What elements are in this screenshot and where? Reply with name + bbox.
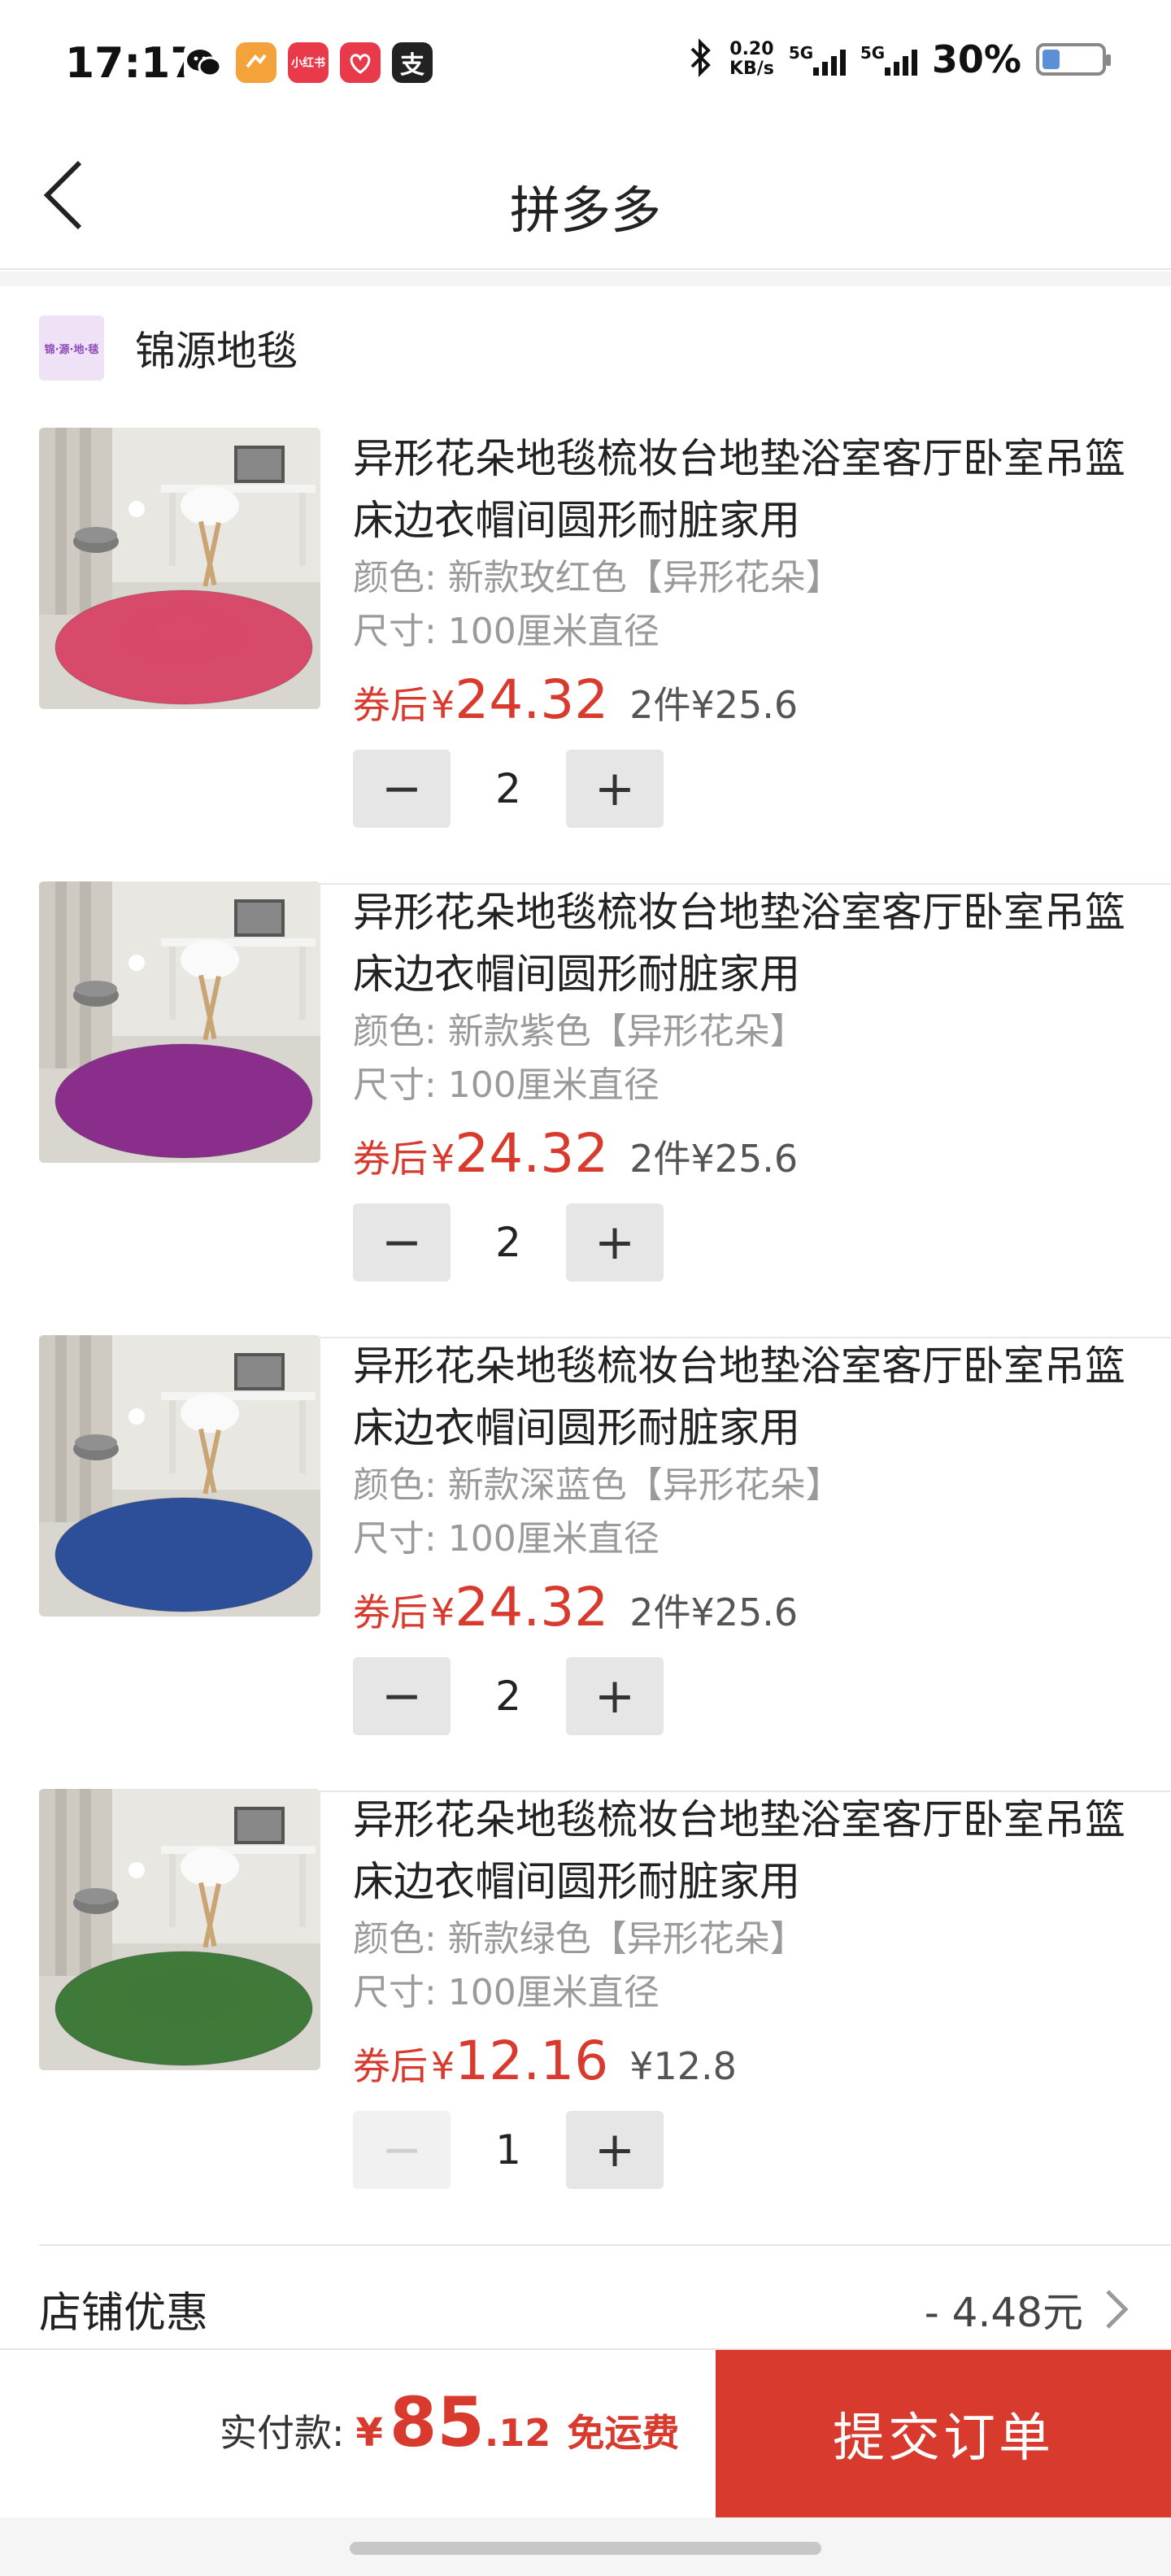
product-color[interactable]: 颜色: 新款玫红色【异形花朵】 <box>353 551 1142 605</box>
alipay-icon: 支 <box>392 42 433 83</box>
signal-icon-2: 5G <box>860 43 917 76</box>
quantity-value[interactable]: 2 <box>451 1673 566 1720</box>
quantity-stepper: − 2 + <box>353 750 1142 828</box>
home-indicator[interactable] <box>350 2542 821 2555</box>
product-price: 24.32 <box>455 668 609 731</box>
free-shipping-label: 免运费 <box>567 2411 680 2455</box>
original-price: 2件¥25.6 <box>629 1590 799 1634</box>
quantity-stepper: − 1 + <box>353 2111 1142 2189</box>
battery-level <box>1043 50 1060 69</box>
checkout-bar: 实付款: ¥ 85 .12 免运费 提交订单 <box>0 2348 1171 2517</box>
product-color[interactable]: 颜色: 新款紫色【异形花朵】 <box>353 1005 1142 1059</box>
page-header: 拼多多 <box>0 122 1171 270</box>
price-row: 券后 ¥ 12.16 ¥12.8 <box>353 2030 1142 2100</box>
cart-item-2: 异形花朵地毯梳妆台地垫浴室客厅卧室吊篮床边衣帽间圆形耐脏家用 颜色: 新款紫色【… <box>39 881 1171 1338</box>
wechat-icon <box>184 42 224 83</box>
submit-order-button[interactable]: 提交订单 <box>716 2350 1171 2517</box>
original-price: ¥12.8 <box>629 2044 737 2088</box>
decrease-button[interactable]: − <box>353 1203 451 1281</box>
increase-button[interactable]: + <box>566 1657 664 1735</box>
battery-icon <box>1036 43 1111 76</box>
product-image[interactable] <box>39 428 320 709</box>
product-price: 24.32 <box>455 1576 609 1638</box>
product-color[interactable]: 颜色: 新款绿色【异形花朵】 <box>353 1912 1142 1966</box>
price-row: 券后 ¥ 24.32 2件¥25.6 <box>353 1576 1142 1646</box>
price-row: 券后 ¥ 24.32 2件¥25.6 <box>353 668 1142 738</box>
chevron-right-icon <box>1106 2290 1129 2329</box>
payment-amount-decimal: .12 <box>484 2411 551 2455</box>
decrease-button[interactable]: − <box>353 2111 451 2189</box>
orange-app-icon <box>236 42 276 83</box>
net-speed-value: 0.20 <box>729 39 774 59</box>
product-title[interactable]: 异形花朵地毯梳妆台地垫浴室客厅卧室吊篮床边衣帽间圆形耐脏家用 <box>353 881 1142 1005</box>
cart-item-3: 异形花朵地毯梳妆台地垫浴室客厅卧室吊篮床边衣帽间圆形耐脏家用 颜色: 新款深蓝色… <box>39 1335 1171 1792</box>
quantity-value[interactable]: 2 <box>451 765 566 812</box>
item-divider <box>39 2244 1171 2246</box>
shop-header[interactable]: 锦·源·地·毯 锦源地毯 <box>39 315 298 381</box>
payment-amount-integer: 85 <box>389 2382 485 2462</box>
net-speed-unit: KB/s <box>729 59 774 79</box>
coupon-label: 券后 <box>353 683 428 727</box>
product-title[interactable]: 异形花朵地毯梳妆台地垫浴室客厅卧室吊篮床边衣帽间圆形耐脏家用 <box>353 1335 1142 1459</box>
product-size[interactable]: 尺寸: 100厘米直径 <box>353 605 1142 659</box>
payment-label: 实付款: <box>220 2411 345 2455</box>
product-image[interactable] <box>39 1335 320 1617</box>
decrease-button[interactable]: − <box>353 1657 451 1735</box>
payment-currency: ¥ <box>355 2410 383 2456</box>
section-divider <box>0 272 1171 286</box>
price-row: 券后 ¥ 24.32 2件¥25.6 <box>353 1122 1142 1192</box>
signal-label: 5G <box>788 43 814 63</box>
increase-button[interactable]: + <box>566 750 664 828</box>
payment-total: 实付款: ¥ 85 .12 免运费 <box>220 2382 679 2462</box>
status-time: 17:17 <box>65 39 200 88</box>
page-title: 拼多多 <box>509 181 661 240</box>
product-size[interactable]: 尺寸: 100厘米直径 <box>353 1059 1142 1112</box>
signal-icon: 5G <box>789 43 846 76</box>
status-app-icons: 小红书 支 <box>184 42 433 83</box>
decrease-button[interactable]: − <box>353 750 451 828</box>
product-price: 24.32 <box>455 1122 609 1185</box>
currency-symbol: ¥ <box>431 1137 455 1181</box>
product-title[interactable]: 异形花朵地毯梳妆台地垫浴室客厅卧室吊篮床边衣帽间圆形耐脏家用 <box>353 1789 1142 1912</box>
shop-name: 锦源地毯 <box>135 328 298 375</box>
product-image[interactable] <box>39 1789 320 2070</box>
product-image[interactable] <box>39 881 320 1163</box>
quantity-value[interactable]: 2 <box>451 1219 566 1266</box>
store-discount-value: - 4.48元 <box>924 2289 1083 2336</box>
product-size[interactable]: 尺寸: 100厘米直径 <box>353 1512 1142 1566</box>
product-title[interactable]: 异形花朵地毯梳妆台地垫浴室客厅卧室吊篮床边衣帽间圆形耐脏家用 <box>353 428 1142 551</box>
xiaohongshu-icon: 小红书 <box>288 42 329 83</box>
quantity-value[interactable]: 1 <box>451 2126 566 2174</box>
status-indicators: 0.20 KB/s 5G 5G 30% <box>687 37 1111 81</box>
net-speed: 0.20 KB/s <box>729 40 774 79</box>
cart-item-1: 异形花朵地毯梳妆台地垫浴室客厅卧室吊篮床边衣帽间圆形耐脏家用 颜色: 新款玫红色… <box>39 428 1171 885</box>
coupon-label: 券后 <box>353 2044 428 2088</box>
currency-symbol: ¥ <box>431 2044 455 2088</box>
increase-button[interactable]: + <box>566 1203 664 1281</box>
coupon-label: 券后 <box>353 1137 428 1181</box>
store-discount-label: 店铺优惠 <box>39 2289 209 2338</box>
signal-label-2: 5G <box>860 43 886 63</box>
coupon-label: 券后 <box>353 1590 428 1634</box>
product-price: 12.16 <box>455 2030 609 2092</box>
bluetooth-icon <box>687 37 715 81</box>
currency-symbol: ¥ <box>431 683 455 727</box>
quantity-stepper: − 2 + <box>353 1657 1142 1735</box>
product-size[interactable]: 尺寸: 100厘米直径 <box>353 1966 1142 2020</box>
status-bar: 17:17 小红书 支 0.20 KB/s 5G 5G 30% <box>0 0 1171 122</box>
store-discount-row[interactable]: 店铺优惠 - 4.48元 <box>39 2264 1132 2345</box>
battery-percent: 30% <box>931 37 1021 81</box>
original-price: 2件¥25.6 <box>629 683 799 727</box>
original-price: 2件¥25.6 <box>629 1137 799 1181</box>
quantity-stepper: − 2 + <box>353 1203 1142 1281</box>
heart-app-icon <box>340 42 381 83</box>
cart-item-4: 异形花朵地毯梳妆台地垫浴室客厅卧室吊篮床边衣帽间圆形耐脏家用 颜色: 新款绿色【… <box>39 1789 1171 2246</box>
system-nav-bar <box>0 2517 1171 2576</box>
product-color[interactable]: 颜色: 新款深蓝色【异形花朵】 <box>353 1459 1142 1512</box>
increase-button[interactable]: + <box>566 2111 664 2189</box>
currency-symbol: ¥ <box>431 1590 455 1634</box>
shop-logo: 锦·源·地·毯 <box>39 315 104 381</box>
